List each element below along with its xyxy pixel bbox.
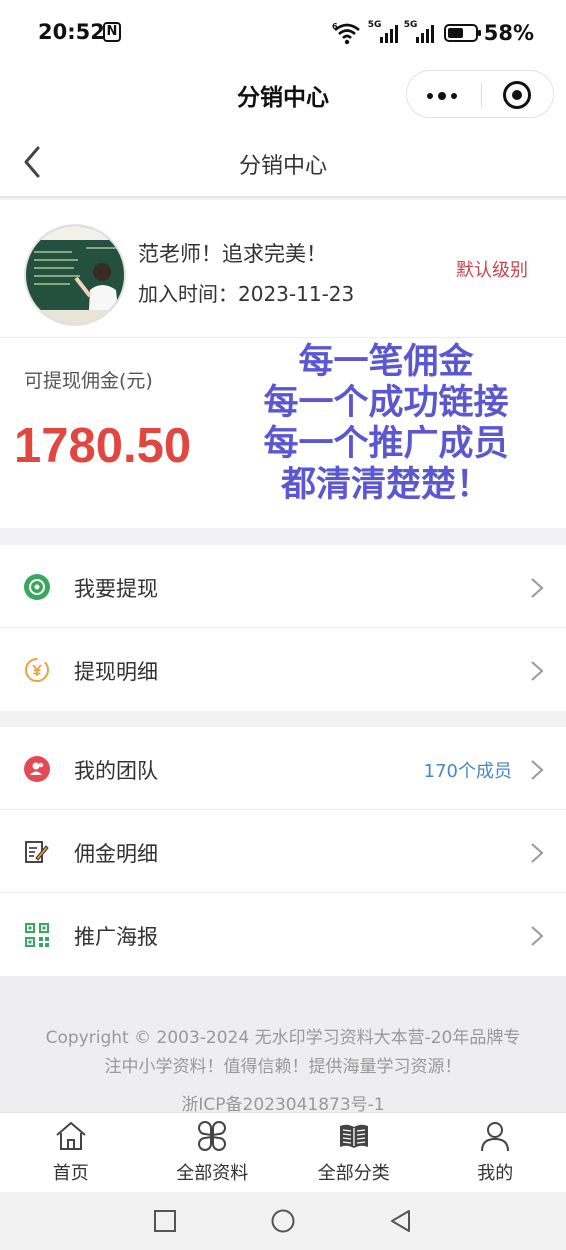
tab-label: 全部分类 — [317, 1163, 390, 1184]
status-time: 20:52 — [38, 20, 105, 44]
recent-apps-icon[interactable] — [152, 1208, 178, 1234]
user-icon — [481, 1122, 510, 1152]
status-bar: 20:52 N 6 5G 5G 58% — [0, 0, 566, 68]
mini-program-capsule — [406, 70, 554, 118]
copyright-line: 注中小学资料！值得信赖！提供海量学习资源！ — [104, 1057, 462, 1077]
avatar-image — [26, 226, 124, 324]
battery-percent: 58% — [483, 21, 534, 45]
withdraw-menu: 我要提现 提现明细 — [0, 545, 566, 711]
signal-icon-1: 5G — [367, 20, 398, 43]
clover-icon — [198, 1121, 227, 1151]
back-chevron-icon[interactable] — [22, 144, 62, 184]
copyright-line: Copyright © 2003-2024 无水印学习资料大本营-20年品牌专 — [45, 1028, 521, 1048]
tab-mine[interactable]: 我的 — [425, 1113, 566, 1192]
promo-overlay-text: 每一笔佣金 每一个成功链接 每一个推广成员 都清清楚楚！ — [226, 342, 546, 506]
menu-label: 我的团队 — [74, 759, 158, 783]
menu-item-promo-poster[interactable]: 推广海报 — [0, 893, 566, 976]
footer: Copyright © 2003-2024 无水印学习资料大本营-20年品牌专 … — [0, 976, 566, 1115]
more-icon[interactable] — [427, 92, 457, 100]
close-target-icon[interactable] — [503, 81, 531, 109]
home-icon — [56, 1122, 86, 1150]
capsule-divider — [481, 83, 482, 107]
qrcode-icon — [25, 923, 49, 947]
tab-label: 全部资料 — [176, 1163, 249, 1184]
chevron-right-icon — [531, 661, 544, 681]
mini-program-bar: 分销中心 — [0, 68, 566, 126]
menu-item-withdraw[interactable]: 我要提现 — [0, 545, 566, 628]
page-title: 分销中心 — [238, 154, 327, 179]
tab-all-categories[interactable]: 全部分类 — [283, 1113, 425, 1192]
tab-label: 我的 — [477, 1163, 514, 1184]
status-icons: 6 5G 5G 58% — [332, 18, 534, 48]
profile-name: 范老师！追求完美！ — [138, 242, 327, 266]
back-triangle-icon[interactable] — [388, 1208, 414, 1234]
signal-tag-2: 5G — [403, 20, 418, 30]
withdraw-icon — [24, 574, 50, 600]
commission-amount: 1780.50 — [14, 419, 192, 473]
avatar[interactable] — [24, 224, 126, 326]
chevron-right-icon — [531, 760, 544, 780]
tab-all-materials[interactable]: 全部资料 — [142, 1113, 284, 1192]
wifi-tag: 6 — [332, 22, 338, 31]
profile-join-date: 加入时间：2023-11-23 — [138, 282, 355, 306]
menu-label: 佣金明细 — [74, 842, 158, 866]
tab-label: 首页 — [52, 1163, 89, 1184]
chevron-right-icon — [531, 926, 544, 946]
menu-label: 推广海报 — [74, 925, 158, 949]
team-icon — [24, 756, 50, 782]
menu-item-withdraw-details[interactable]: 提现明细 — [0, 628, 566, 711]
menu-item-my-team[interactable]: 我的团队 170个成员 — [0, 727, 566, 810]
promo-line: 每一个推广成员 — [263, 424, 509, 464]
chevron-right-icon — [531, 578, 544, 598]
menu-item-commission-details[interactable]: 佣金明细 — [0, 810, 566, 893]
battery-icon — [443, 24, 481, 42]
commission-card: 可提现佣金(元) 1780.50 每一笔佣金 每一个成功链接 每一个推广成员 都… — [0, 338, 566, 528]
promo-line: 每一笔佣金 — [298, 342, 474, 382]
yuan-icon — [25, 658, 49, 682]
copyright-text: Copyright © 2003-2024 无水印学习资料大本营-20年品牌专 … — [20, 1024, 546, 1082]
menu-label: 我要提现 — [74, 577, 158, 601]
tab-bar: 首页 全部资料 全部分类 我的 — [0, 1112, 566, 1192]
signal-icon-2: 5G — [403, 20, 434, 43]
chevron-right-icon — [531, 843, 544, 863]
team-member-count: 170个成员 — [423, 761, 512, 782]
system-nav-bar — [0, 1192, 566, 1250]
tab-home[interactable]: 首页 — [0, 1113, 142, 1192]
team-menu: 我的团队 170个成员 佣金明细 推广海报 — [0, 727, 566, 976]
edit-doc-icon — [25, 841, 49, 863]
promo-line: 都清清楚楚！ — [280, 465, 491, 505]
book-icon — [339, 1124, 368, 1148]
wifi-icon: 6 — [332, 22, 360, 45]
withdrawable-commission-label: 可提现佣金(元) — [24, 370, 153, 392]
promo-line: 每一个成功链接 — [263, 383, 509, 423]
profile-card: 范老师！追求完美！ 加入时间：2023-11-23 默认级别 — [0, 200, 566, 338]
profile-level: 默认级别 — [456, 260, 528, 281]
nfc-icon: N — [103, 22, 121, 42]
page-nav-bar: 分销中心 — [0, 126, 566, 198]
menu-label: 提现明细 — [74, 660, 158, 684]
home-circle-icon[interactable] — [270, 1208, 296, 1234]
signal-tag-1: 5G — [367, 20, 382, 30]
